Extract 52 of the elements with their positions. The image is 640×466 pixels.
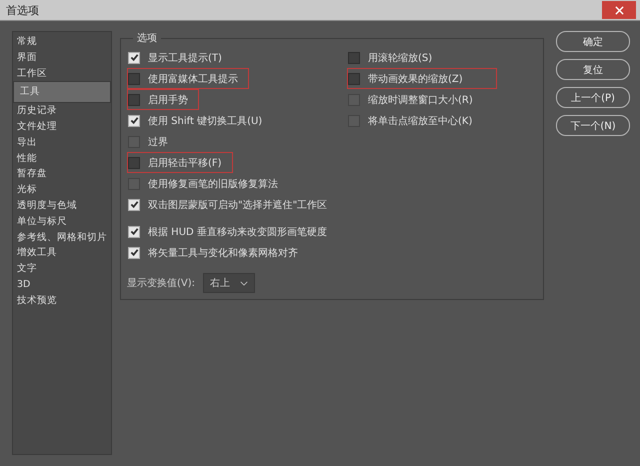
sidebar-item[interactable]: 工作区 xyxy=(13,66,111,82)
checkbox[interactable] xyxy=(128,246,140,258)
sidebar-item[interactable]: 历史记录 xyxy=(13,103,111,119)
sidebar-item[interactable]: 暂存盘 xyxy=(13,166,111,182)
checkbox-label: 过界 xyxy=(148,136,168,148)
sidebar-item[interactable]: 文件处理 xyxy=(13,118,111,135)
window-title: 首选项 xyxy=(5,2,39,18)
checkbox-label: 使用修复画笔的旧版修复算法 xyxy=(148,178,278,190)
dialog-button[interactable]: 确定 xyxy=(556,31,630,52)
transform-label: 显示变换值(V): xyxy=(127,276,196,290)
close-icon xyxy=(614,6,624,14)
sidebar-item[interactable]: 单位与标尺 xyxy=(13,214,111,230)
checkbox-label: 双击图层蒙版可启动"选择并遮住"工作区 xyxy=(148,198,328,212)
sidebar-item[interactable]: 技术预览 xyxy=(13,292,111,309)
sidebar-item[interactable]: 工具 xyxy=(13,81,111,104)
checkbox-label: 带动画效果的缩放(Z) xyxy=(368,72,463,86)
sidebar-item[interactable]: 导出 xyxy=(13,134,111,151)
checkbox-label: 显示工具提示(T) xyxy=(148,52,222,64)
close-button[interactable] xyxy=(602,1,636,19)
sidebar-item[interactable]: 性能 xyxy=(13,150,111,166)
sidebar-item[interactable]: 界面 xyxy=(13,50,111,66)
chevron-down-icon xyxy=(240,280,248,286)
sidebar-item[interactable]: 3D xyxy=(13,276,111,293)
sidebar-item[interactable]: 透明度与色域 xyxy=(13,198,111,214)
checkbox[interactable] xyxy=(128,198,140,210)
checkbox[interactable] xyxy=(348,72,360,84)
checkbox[interactable] xyxy=(128,156,140,168)
dialog-button[interactable]: 下一个(N) xyxy=(556,115,630,136)
checkbox-label: 缩放时调整窗口大小(R) xyxy=(368,94,473,106)
group-title: 选项 xyxy=(133,31,161,45)
checkbox-label: 根据 HUD 垂直移动来改变圆形画笔硬度 xyxy=(148,226,327,238)
checkbox[interactable] xyxy=(128,94,140,106)
checkbox-label: 启用手势 xyxy=(148,94,188,106)
dialog-button[interactable]: 上一个(P) xyxy=(556,87,630,108)
checkbox-label: 将单击点缩放至中心(K) xyxy=(368,114,472,128)
checkbox-label: 使用 Shift 键切换工具(U) xyxy=(148,114,262,128)
checkbox-label: 将矢量工具与变化和像素网格对齐 xyxy=(148,246,298,260)
sidebar-item[interactable]: 常规 xyxy=(13,34,111,50)
checkbox-label: 用滚轮缩放(S) xyxy=(368,52,432,64)
checkbox[interactable] xyxy=(128,114,140,126)
sidebar-item[interactable]: 增效工具 xyxy=(13,245,111,262)
checkbox[interactable] xyxy=(128,72,140,84)
checkbox[interactable] xyxy=(348,52,360,64)
sidebar-item[interactable]: 光标 xyxy=(13,182,111,198)
sidebar-item[interactable]: 文字 xyxy=(13,261,111,277)
transform-dropdown[interactable]: 右上 xyxy=(203,273,256,293)
checkbox[interactable] xyxy=(128,226,140,238)
dialog-button[interactable]: 复位 xyxy=(556,59,630,80)
checkbox-label: 启用轻击平移(F) xyxy=(148,156,222,170)
sidebar-item[interactable]: 参考线、网格和切片 xyxy=(13,230,111,246)
checkbox-label: 使用富媒体工具提示 xyxy=(148,72,238,86)
checkbox[interactable] xyxy=(128,52,140,64)
